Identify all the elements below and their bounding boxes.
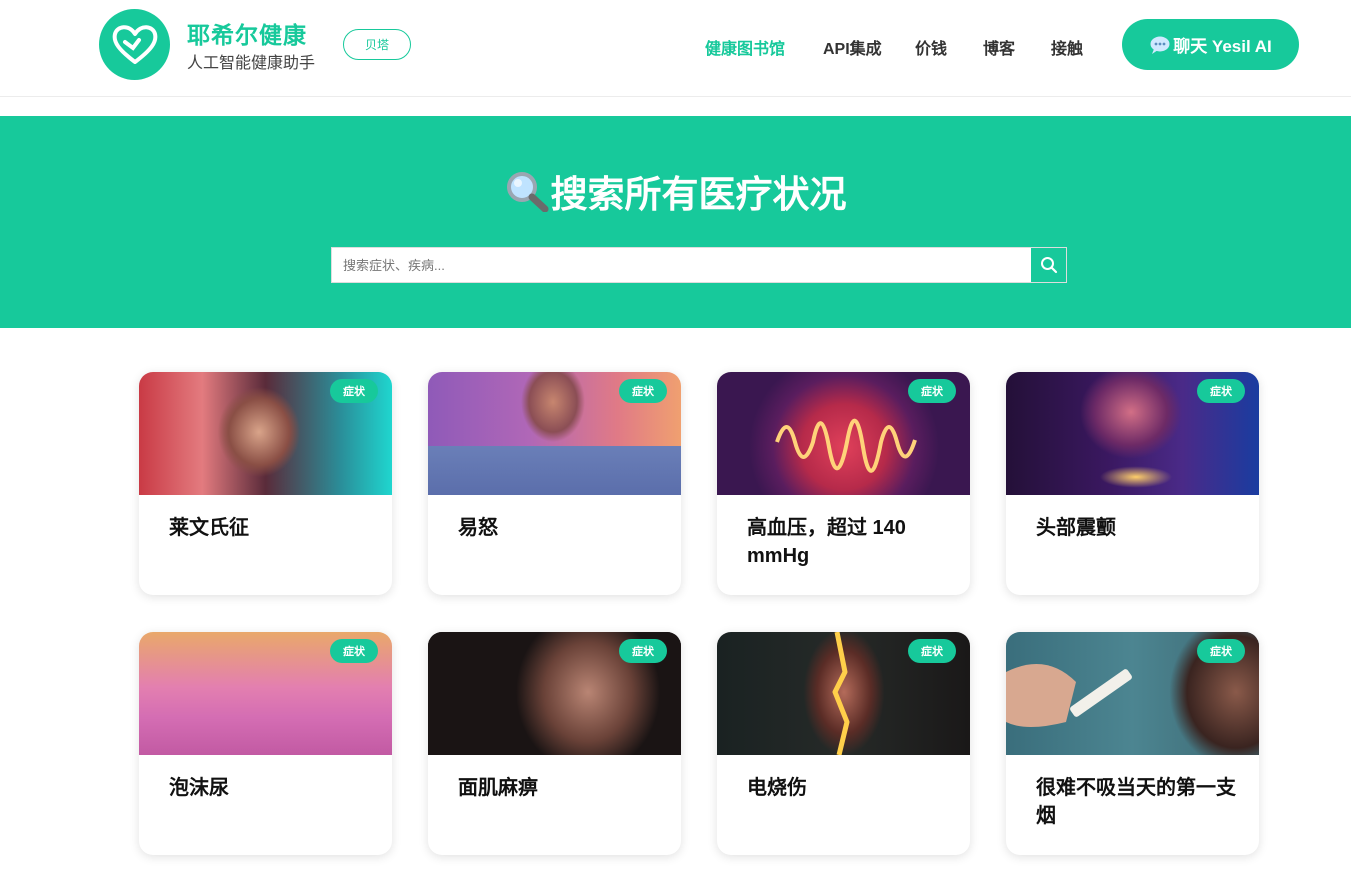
card-title[interactable]: 莱文氏征: [169, 514, 369, 542]
nav-blog[interactable]: 博客: [983, 35, 1015, 59]
symptom-tag: 症状: [330, 379, 378, 403]
search-bar: [331, 247, 1067, 283]
speech-bubble-icon: [1150, 36, 1170, 54]
brand-subtitle: 人工智能健康助手: [187, 55, 316, 72]
search-hero: 搜索所有医疗状况: [0, 116, 1351, 328]
condition-card[interactable]: 症状 电烧伤: [717, 632, 970, 855]
card-title[interactable]: 头部震颤: [1036, 514, 1236, 542]
search-icon: [1040, 257, 1057, 274]
hero-title-text: 搜索所有医疗状况: [550, 174, 847, 215]
card-title[interactable]: 泡沫尿: [169, 774, 369, 802]
beta-badge: 贝塔: [343, 29, 411, 60]
nav-api-integration[interactable]: API集成: [823, 35, 882, 59]
nav-health-library[interactable]: 健康图书馆: [705, 35, 785, 59]
heart-logo-icon[interactable]: [99, 9, 170, 80]
brand-title[interactable]: 耶希尔健康: [187, 16, 307, 50]
nav-contact[interactable]: 接触: [1051, 35, 1083, 59]
symptom-tag: 症状: [619, 379, 667, 403]
symptom-tag: 症状: [908, 379, 956, 403]
hero-title: 搜索所有医疗状况: [0, 164, 1351, 218]
condition-card[interactable]: 症状 头部震颤: [1006, 372, 1259, 595]
card-title[interactable]: 电烧伤: [747, 774, 947, 802]
magnifier-icon: [506, 172, 548, 212]
card-title[interactable]: 很难不吸当天的第一支烟: [1036, 774, 1236, 830]
symptom-tag: 症状: [1197, 379, 1245, 403]
condition-card[interactable]: 症状 莱文氏征: [139, 372, 392, 595]
condition-card[interactable]: 症状 高血压，超过 140 mmHg: [717, 372, 970, 595]
symptom-tag: 症状: [619, 639, 667, 663]
symptom-tag: 症状: [1197, 639, 1245, 663]
card-title[interactable]: 面肌麻痹: [458, 774, 658, 802]
condition-card[interactable]: 症状 面肌麻痹: [428, 632, 681, 855]
nav-pricing[interactable]: 价钱: [915, 35, 947, 59]
condition-card[interactable]: 症状 泡沫尿: [139, 632, 392, 855]
symptom-tag: 症状: [908, 639, 956, 663]
search-button[interactable]: [1030, 248, 1066, 282]
chat-button[interactable]: 聊天 Yesil AI: [1122, 19, 1299, 70]
chat-button-label: 聊天 Yesil AI: [1173, 37, 1272, 56]
card-title[interactable]: 高血压，超过 140 mmHg: [747, 514, 947, 570]
condition-card[interactable]: 症状 很难不吸当天的第一支烟: [1006, 632, 1259, 855]
search-input[interactable]: [332, 248, 1030, 282]
card-title[interactable]: 易怒: [458, 514, 658, 542]
symptom-tag: 症状: [330, 639, 378, 663]
condition-card[interactable]: 症状 易怒: [428, 372, 681, 595]
site-header: 耶希尔健康 人工智能健康助手 贝塔 健康图书馆 API集成 价钱 博客 接触 聊…: [0, 0, 1351, 97]
